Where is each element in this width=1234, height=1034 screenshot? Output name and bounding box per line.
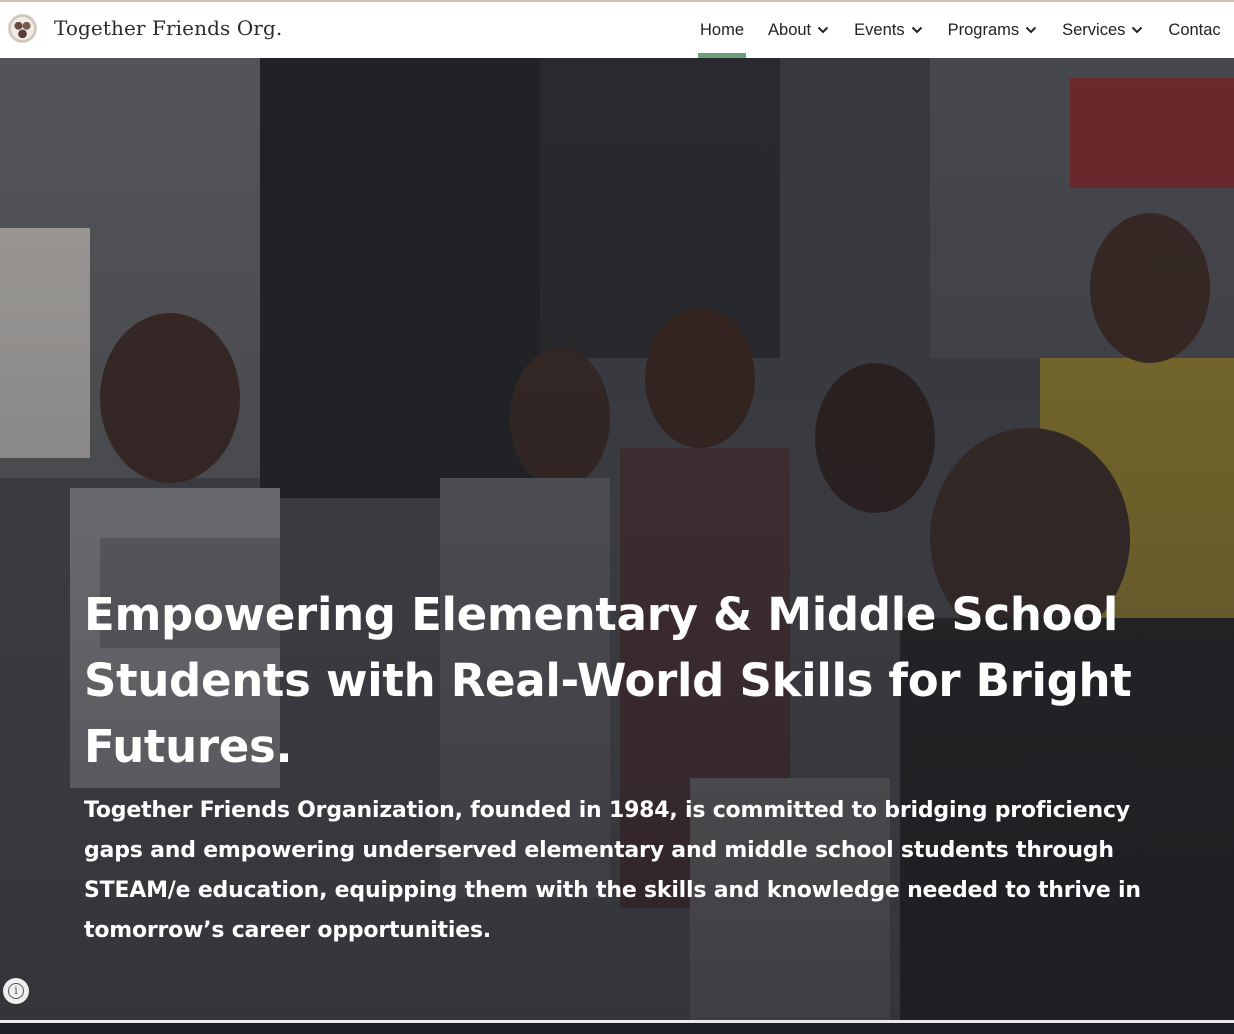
nav-item-label: Services xyxy=(1062,20,1126,39)
nav-item-contact[interactable]: Contac xyxy=(1156,2,1232,58)
nav-item-label: Home xyxy=(700,20,745,39)
site-header: Together Friends Org. Home About Events … xyxy=(0,2,1234,58)
nav-item-services[interactable]: Services xyxy=(1050,2,1156,58)
nav-item-label: About xyxy=(768,20,812,39)
chevron-down-icon[interactable] xyxy=(1024,23,1038,37)
nav-item-programs[interactable]: Programs xyxy=(936,2,1051,58)
hero-heading: Empowering Elementary & Middle School St… xyxy=(84,588,1132,773)
main-navigation: Home About Events Programs Services Cont… xyxy=(688,2,1233,58)
nav-item-about[interactable]: About xyxy=(756,2,842,58)
nav-item-label: Contac xyxy=(1168,20,1221,39)
nav-item-home[interactable]: Home xyxy=(688,2,756,58)
chevron-down-icon[interactable] xyxy=(1130,23,1144,37)
organization-logo-icon[interactable] xyxy=(8,14,37,43)
hero-section: Empowering Elementary & Middle School St… xyxy=(0,58,1234,1020)
site-title[interactable]: Together Friends Org. xyxy=(54,16,282,40)
nav-item-label: Events xyxy=(854,20,905,39)
nav-item-events[interactable]: Events xyxy=(842,2,935,58)
chevron-down-icon[interactable] xyxy=(816,23,830,37)
nav-item-label: Programs xyxy=(947,20,1020,39)
info-icon: i xyxy=(8,983,24,999)
hero-description: Together Friends Organization, founded i… xyxy=(84,798,1141,943)
footer-edge xyxy=(0,1020,1234,1034)
chevron-down-icon[interactable] xyxy=(910,23,924,37)
image-info-button[interactable]: i xyxy=(3,978,29,1004)
